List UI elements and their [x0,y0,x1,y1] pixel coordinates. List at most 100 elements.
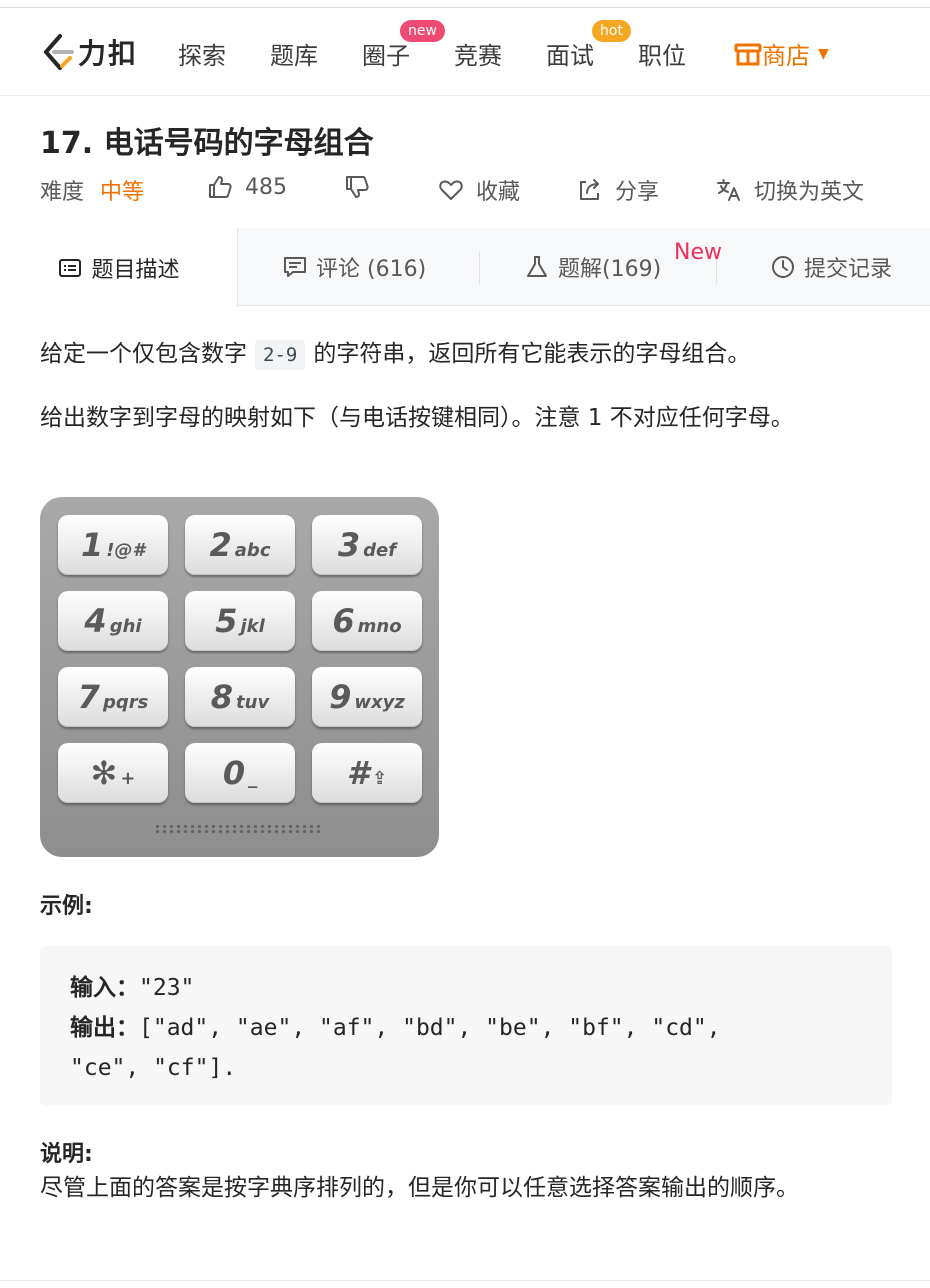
inline-code: 2-9 [255,340,306,370]
nav-interview[interactable]: 面试 [546,36,594,71]
note-heading: 说明: [40,1142,93,1167]
description-text: 的字符串，返回所有它能表示的字母组合。 [313,341,751,367]
key-letters: ghi [109,615,142,637]
description-icon [59,258,82,277]
colon: ： [116,1015,139,1041]
keypad-key: 4 ghi [58,591,168,651]
key-digit: 4 [84,602,107,640]
keypad-key: ✻ + [58,743,168,803]
tab-submissions[interactable]: 提交记录 [770,228,892,306]
tab-solutions[interactable]: 题解(169) [524,228,661,306]
translate-icon [717,179,740,201]
description-text: 给定一个仅包含数字 [40,341,247,367]
chevron-down-icon: ▼ [818,45,829,62]
input-label: 输入 [70,975,116,1001]
new-badge: new [400,20,445,42]
nav-contest[interactable]: 竞赛 [454,36,502,71]
nav-store[interactable]: 商店 ▼ [734,36,829,71]
difficulty-label: 难度 [40,180,85,205]
key-digit: # [346,754,370,792]
hot-badge: hot [592,20,631,42]
speaker-grille [154,824,324,834]
key-letters: !@# [106,539,145,561]
keypad-key: 0 _ [185,743,295,803]
key-letters: pqrs [102,691,149,713]
keypad-key: # ⇪ [312,743,422,803]
key-digit: 0 [222,754,246,792]
note-text: 尽管上面的答案是按字典序排列的，但是你可以任意选择答案输出的顺序。 [40,1175,799,1201]
bottom-divider [0,1280,930,1281]
key-digit: 6 [332,602,355,640]
key-digit: 1 [81,526,104,564]
tab-description[interactable]: 题目描述 [0,228,238,307]
logo-text: 力扣 [78,37,139,70]
difficulty: 难度 中等 [40,174,144,206]
key-letters: wxyz [354,691,405,713]
tab-description-label: 题目描述 [91,257,180,283]
difficulty-value: 中等 [100,180,145,205]
output-label: 输出 [70,1015,116,1041]
key-letters: tuv [236,691,270,713]
example-input-value: "23" [139,975,195,1001]
example-output-line: "ce", "cf"]. [70,1055,237,1081]
keypad-key: 8 tuv [185,667,295,727]
key-digit: 8 [210,678,234,716]
tab-divider [479,252,480,284]
share-icon [580,179,599,200]
key-letters: def [363,539,397,561]
tab-comments-label: 评论 (616) [316,257,427,282]
example-input-line: 输入："23" [70,968,862,1008]
favorite-button[interactable]: 收藏 [438,174,520,206]
example-heading: 示例: [40,894,93,919]
key-letters: ⇪ [372,767,388,789]
comment-icon [284,257,306,277]
keypad-key: 5 jkl [185,591,295,651]
store-icon [734,43,762,65]
nav-explore[interactable]: 探索 [178,36,226,71]
flask-icon [527,256,547,277]
problem-title: 17. 电话号码的字母组合 [40,126,374,161]
example-output-line: 输出：["ad", "ae", "af", "bd", "be", "bf", … [70,1008,862,1048]
like-button[interactable]: 485 [207,174,287,200]
key-letters: jkl [240,615,265,637]
favorite-label: 收藏 [476,180,521,205]
key-digit: 5 [215,602,238,640]
colon: ： [116,975,139,1001]
key-letters: mno [357,615,402,637]
tab-solutions-label: 题解(169) [558,257,662,282]
nav-circle[interactable]: 圈子 [362,36,410,71]
key-digit: 7 [77,678,100,716]
keypad-key: 2 abc [185,515,295,575]
like-count: 485 [245,174,287,200]
keypad-key: 6 mno [312,591,422,651]
keypad-key: 3 def [312,515,422,575]
keypad-key: 1 !@# [58,515,168,575]
key-digit: 9 [329,678,352,716]
example-output-value: ["ad", "ae", "af", "bd", "be", "bf", "cd… [139,1015,721,1041]
key-letters: + [120,767,136,789]
tab-submissions-label: 提交记录 [804,257,893,282]
nav-problemset[interactable]: 题库 [270,36,318,71]
share-button[interactable]: 分享 [577,174,659,206]
description-paragraph-1: 给定一个仅包含数字 2-9 的字符串，返回所有它能表示的字母组合。 [40,336,890,373]
switch-language-label: 切换为英文 [754,180,865,205]
store-label: 商店 [762,42,810,70]
top-navbar: 力扣 探索 题库 圈子 new 竞赛 面试 hot 职位 商店 ▼ [0,8,930,96]
phone-keypad-image: 1 !@# 2 abc 3 def 4 ghi 5 jkl 6 mno 7 pqrs 8 tuv… [40,497,439,857]
dislike-button[interactable] [344,174,382,200]
tab-comments[interactable]: 评论 (616) [282,228,426,306]
leetcode-logo[interactable]: 力扣 [40,32,138,72]
problem-tabs: 题目描述 评论 (616) 题解(169) 提交记录 [0,228,930,307]
key-digit: ✻ [90,754,118,792]
clock-icon [772,256,794,278]
nav-jobs[interactable]: 职位 [638,36,686,71]
key-letters: _ [248,767,258,789]
thumbs-up-icon [209,176,232,198]
key-digit: 3 [337,526,361,564]
solutions-new-badge: New [674,240,722,265]
switch-language-button[interactable]: 切换为英文 [716,174,864,206]
description-paragraph-2: 给出数字到字母的映射如下（与电话按键相同）。注意 1 不对应任何字母。 [40,405,794,431]
key-digit: 2 [209,526,232,564]
heart-icon [439,180,463,200]
thumbs-down-icon [346,176,369,198]
